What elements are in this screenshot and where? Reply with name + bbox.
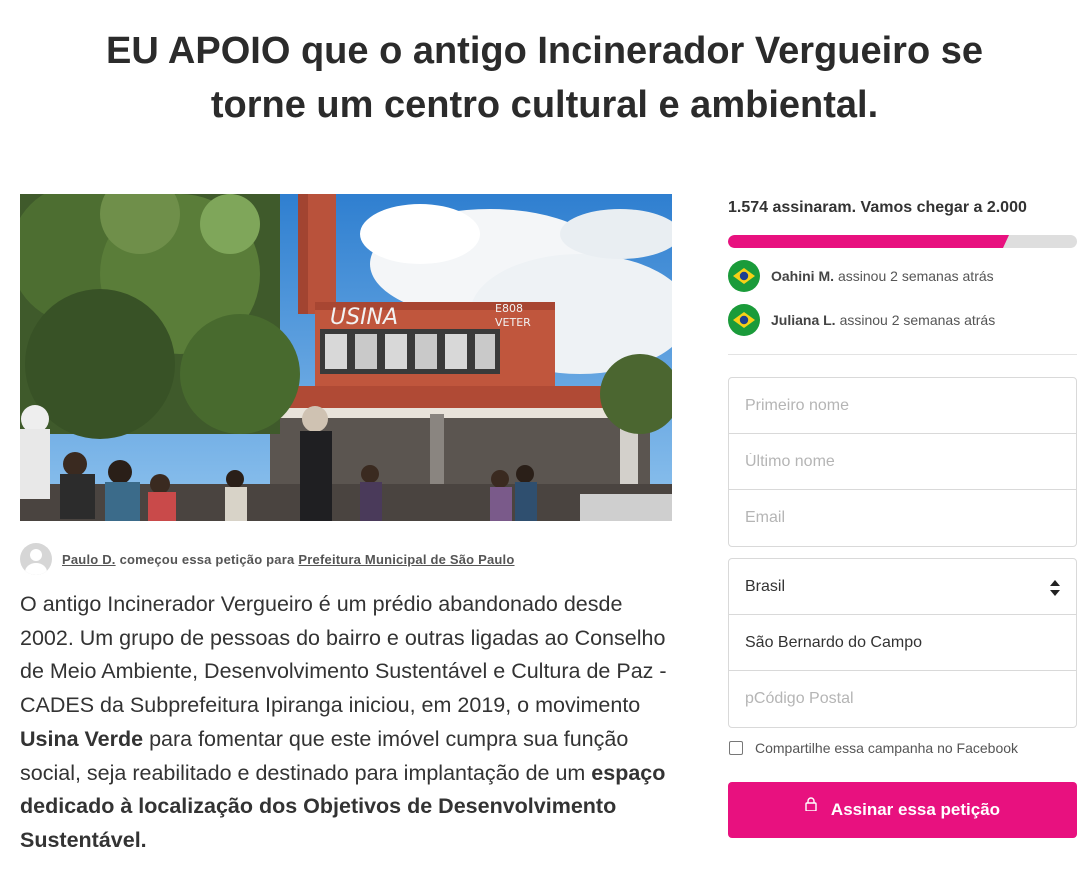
name-email-fields xyxy=(728,377,1077,547)
signer-action: assinou 2 semanas atrás xyxy=(838,268,994,284)
share-facebook-label: Compartilhe essa campanha no Facebook xyxy=(755,740,1019,756)
share-facebook-checkbox[interactable] xyxy=(729,741,743,755)
recent-signer-2: Juliana L. assinou 2 semanas atrás xyxy=(728,304,1077,336)
brazil-flag-icon xyxy=(728,260,760,292)
last-name-field[interactable] xyxy=(745,452,1060,471)
petition-description: O antigo Incinerador Vergueiro é um préd… xyxy=(20,588,680,858)
email-field-wrap xyxy=(729,490,1076,546)
city-field[interactable] xyxy=(745,633,1060,652)
signer-action: assinou 2 semanas atrás xyxy=(839,312,996,328)
email-field[interactable] xyxy=(745,509,1060,527)
starter-name-link[interactable]: Paulo D. xyxy=(62,552,116,567)
signature-sidebar: 1.574 assinaram. Vamos chegar a 2.000 Oa… xyxy=(728,194,1077,838)
brazil-flag-icon xyxy=(728,304,760,336)
first-name-field[interactable] xyxy=(745,396,1060,415)
postal-code-field-wrap xyxy=(729,671,1076,727)
petition-title-line2: torne um centro cultural e ambiental. xyxy=(210,84,879,126)
select-arrows-icon xyxy=(1050,580,1060,596)
target-link[interactable]: Prefeitura Municipal de São Paulo xyxy=(298,552,514,567)
signature-goal: 1.574 assinaram. Vamos chegar a 2.000 xyxy=(728,199,1027,216)
signature-progress-bar xyxy=(728,235,1077,248)
first-name-field-wrap xyxy=(729,378,1076,434)
signer-name: Juliana L. xyxy=(771,312,836,328)
divider xyxy=(728,354,1077,355)
petition-hero-image: USINA E808 VETER xyxy=(20,194,672,521)
share-facebook-option[interactable]: Compartilhe essa campanha no Facebook xyxy=(728,740,1077,756)
description-part-1: O antigo Incinerador Vergueiro é um préd… xyxy=(20,592,667,718)
postal-code-field[interactable] xyxy=(745,690,1060,708)
petition-starter: Paulo D. começou essa petição para Prefe… xyxy=(20,543,515,575)
signer-name: Oahini M. xyxy=(771,268,834,284)
incinerator-photo: USINA E808 VETER xyxy=(20,194,672,521)
city-field-wrap xyxy=(729,615,1076,671)
country-value: Brasil xyxy=(745,577,786,595)
graffiti-small-2: VETER xyxy=(495,316,531,329)
graffiti-small-1: E808 xyxy=(495,302,523,315)
petition-title: EU APOIO que o antigo Incinerador Vergue… xyxy=(0,24,1089,132)
starter-text: começou essa petição para xyxy=(119,551,295,567)
location-fields: Brasil xyxy=(728,558,1077,728)
country-select[interactable]: Brasil xyxy=(729,559,1076,615)
graffiti-main: USINA xyxy=(330,305,398,330)
recent-signer-1: Oahini M. assinou 2 semanas atrás xyxy=(728,260,1077,292)
description-bold-1: Usina Verde xyxy=(20,726,144,751)
last-name-field-wrap xyxy=(729,434,1076,490)
sign-petition-label: Assinar essa petição xyxy=(830,800,1001,819)
signature-progress-fill xyxy=(728,235,1009,248)
petition-title-line1: EU APOIO que o antigo Incinerador Vergue… xyxy=(106,30,983,72)
user-avatar-icon xyxy=(20,543,52,575)
lock-icon xyxy=(805,797,817,811)
sign-petition-button[interactable]: Assinar essa petição xyxy=(728,782,1077,838)
